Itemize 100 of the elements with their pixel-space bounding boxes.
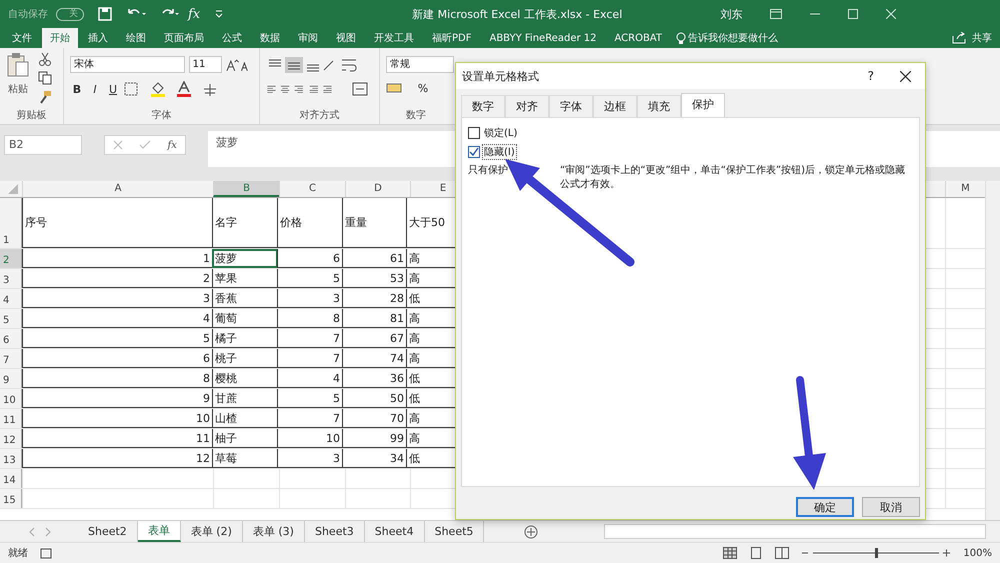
row-header[interactable]: 1 bbox=[0, 198, 22, 248]
vertical-align-icons[interactable] bbox=[266, 56, 336, 74]
row-header[interactable]: 15 bbox=[0, 489, 22, 508]
table-cell: 10 bbox=[22, 409, 213, 428]
ribbon-tab[interactable]: 开发工具 bbox=[366, 28, 422, 48]
ok-button[interactable]: 确定 bbox=[796, 497, 854, 517]
ribbon-tab[interactable]: 视图 bbox=[328, 28, 364, 48]
row-header[interactable]: 13 bbox=[0, 449, 22, 468]
paste-label[interactable]: 粘贴 bbox=[8, 82, 28, 96]
ribbon-tab[interactable]: 插入 bbox=[80, 28, 116, 48]
font-size-field[interactable]: 11 bbox=[188, 56, 222, 73]
group-label: 数字 bbox=[405, 108, 427, 122]
checkbox[interactable] bbox=[468, 127, 480, 139]
column-header[interactable]: B bbox=[213, 181, 279, 197]
help-button[interactable]: ? bbox=[868, 69, 874, 83]
share-icon bbox=[952, 32, 966, 44]
group-label: 字体 bbox=[150, 108, 172, 122]
ribbon-tab[interactable]: 文件 bbox=[4, 28, 40, 48]
row-header[interactable]: 6 bbox=[0, 329, 22, 348]
name-box[interactable]: B2 bbox=[4, 135, 82, 155]
check-icon[interactable] bbox=[139, 140, 152, 150]
tell-me-search[interactable]: 告诉我你想要做什么 bbox=[688, 31, 778, 45]
row-header[interactable]: 2 bbox=[0, 249, 22, 268]
ribbon-tab[interactable]: ACROBAT bbox=[606, 28, 670, 48]
zoom-thumb[interactable] bbox=[875, 548, 878, 558]
close-icon[interactable] bbox=[900, 70, 911, 82]
dialog-tab[interactable]: 填充 bbox=[637, 95, 681, 117]
page-layout-icon[interactable] bbox=[749, 547, 764, 559]
zoom-slider[interactable] bbox=[812, 548, 940, 558]
checkbox-label[interactable]: 隐藏(I) bbox=[483, 145, 516, 159]
note-text: “审阅”选项卡上的“更改”组中，单击“保护工作表”按钮)后，锁定单元格或隐藏公式才有效。 bbox=[560, 164, 906, 192]
note-text: 只有保护 bbox=[468, 164, 508, 178]
add-sheet-icon[interactable] bbox=[524, 524, 538, 538]
insert-function-button[interactable]: fx bbox=[188, 6, 200, 22]
table-cell: 2 bbox=[22, 269, 213, 288]
ribbon-tab[interactable]: 公式 bbox=[214, 28, 250, 48]
row-header[interactable]: 12 bbox=[0, 429, 22, 448]
percent-button[interactable]: % bbox=[416, 82, 430, 94]
dialog-tab[interactable]: 数字 bbox=[461, 95, 505, 117]
table-cell: 1 bbox=[22, 249, 213, 268]
cancel-button[interactable]: 取消 bbox=[862, 497, 920, 517]
dialog-tab[interactable]: 保护 bbox=[681, 93, 725, 117]
group-label: 对齐方式 bbox=[298, 108, 340, 122]
ribbon-tab[interactable]: 绘图 bbox=[118, 28, 154, 48]
table-cell: 12 bbox=[22, 449, 213, 468]
ribbon-tab[interactable]: ABBYY FineReader 12 bbox=[481, 28, 604, 48]
ribbon-display-icon[interactable] bbox=[770, 9, 782, 19]
page-break-icon[interactable] bbox=[775, 547, 790, 559]
font-name-field[interactable]: 宋体 bbox=[70, 56, 185, 73]
autosave-label: 自动保存 bbox=[8, 8, 48, 21]
window-title: 新建 Microsoft Excel 工作表.xlsx - Excel bbox=[412, 6, 622, 22]
sheet-tab[interactable]: 表单 bbox=[138, 521, 181, 542]
customize-icon[interactable] bbox=[214, 9, 224, 19]
table-cell: 序号 bbox=[22, 198, 213, 248]
vertical-scrollbar[interactable] bbox=[985, 181, 1000, 520]
clipboard-icon[interactable] bbox=[6, 52, 30, 78]
column-header[interactable]: D bbox=[345, 181, 410, 197]
table-cell: 11 bbox=[22, 429, 213, 448]
row-header[interactable]: 5 bbox=[0, 309, 22, 328]
row-header[interactable]: 7 bbox=[0, 349, 22, 368]
share-button[interactable]: 共享 bbox=[972, 28, 992, 48]
normal-view-icon[interactable] bbox=[723, 547, 738, 559]
row-header[interactable]: 14 bbox=[0, 469, 22, 488]
checkbox[interactable] bbox=[468, 146, 480, 158]
table-cell: 6 bbox=[22, 349, 213, 368]
maximize-icon[interactable] bbox=[848, 9, 858, 19]
ribbon-tab[interactable]: 数据 bbox=[252, 28, 288, 48]
lightbulb-icon bbox=[676, 32, 686, 44]
zoom-level[interactable]: 100% bbox=[963, 548, 992, 558]
dialog-title: 设置单元格格式 bbox=[462, 68, 539, 84]
ribbon-tab[interactable]: 福昕PDF bbox=[424, 28, 480, 48]
dialog-tab[interactable]: 对齐 bbox=[505, 95, 549, 117]
dialog-tab[interactable]: 字体 bbox=[549, 95, 593, 117]
dialog-tab[interactable]: 边框 bbox=[593, 95, 637, 117]
row-header[interactable]: 10 bbox=[0, 389, 22, 408]
checkbox-label[interactable]: 锁定(L) bbox=[483, 126, 518, 140]
table-cell: 5 bbox=[22, 329, 213, 348]
underline-button[interactable]: U bbox=[106, 82, 120, 96]
ribbon-tab[interactable]: 审阅 bbox=[290, 28, 326, 48]
row-header[interactable]: 9 bbox=[0, 369, 22, 388]
ribbon-tab[interactable]: 开始 bbox=[42, 28, 78, 48]
group-label: 剪贴板 bbox=[16, 108, 48, 122]
paintbrush-icon[interactable] bbox=[38, 90, 52, 104]
italic-button[interactable]: I bbox=[88, 82, 102, 96]
table-cell: 4 bbox=[22, 309, 213, 328]
row-header[interactable]: 3 bbox=[0, 269, 22, 288]
save-icon[interactable] bbox=[98, 7, 112, 21]
macro-record-icon[interactable] bbox=[40, 547, 52, 559]
copy-icon[interactable] bbox=[38, 71, 52, 85]
zoom-in-icon[interactable] bbox=[942, 549, 951, 557]
column-header[interactable]: C bbox=[279, 181, 345, 197]
bold-button[interactable]: B bbox=[70, 82, 84, 96]
row-header[interactable]: 4 bbox=[0, 289, 22, 308]
number-format-field[interactable]: 常规 bbox=[386, 56, 454, 73]
insert-function-button[interactable]: fx bbox=[168, 140, 177, 150]
row-header[interactable]: 11 bbox=[0, 409, 22, 428]
horizontal-scrollbar[interactable] bbox=[604, 524, 986, 539]
ribbon-tab[interactable]: 页面布局 bbox=[156, 28, 212, 48]
table-cell: 9 bbox=[22, 389, 213, 408]
scissors-icon[interactable] bbox=[38, 52, 52, 66]
